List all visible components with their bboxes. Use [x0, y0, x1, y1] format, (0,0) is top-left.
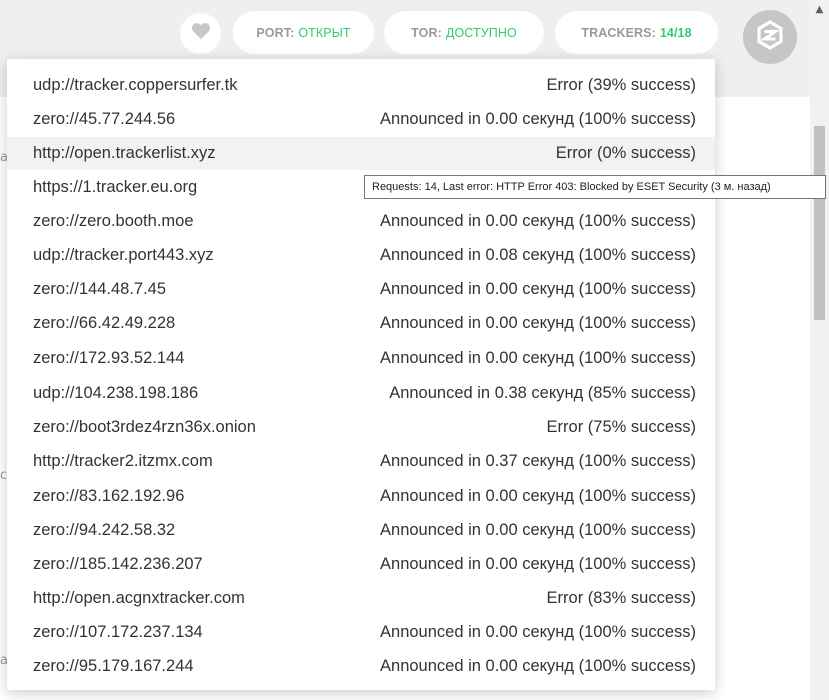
tracker-row[interactable]: zero://83.162.192.96 Announced in 0.00 се…: [7, 480, 715, 513]
tracker-address: zero://185.142.236.207: [33, 555, 203, 573]
tracker-address: udp://tracker.port443.xyz: [33, 246, 214, 264]
tracker-address: udp://104.238.198.186: [33, 384, 199, 402]
tracker-status: Announced in 0.08 секунд (100% success): [380, 246, 696, 264]
tracker-row[interactable]: zero://144.48.7.45 Announced in 0.00 секу…: [7, 273, 715, 306]
tracker-row[interactable]: zero://66.42.49.228 Announced in 0.00 сек…: [7, 307, 715, 340]
tor-value: ДОСТУПНО: [445, 25, 517, 40]
tracker-status: Error (75% success): [546, 418, 696, 436]
tracker-row[interactable]: zero://185.142.236.207 Announced in 0.00 …: [7, 548, 715, 581]
arrow-up-icon[interactable]: ▲: [810, 0, 829, 17]
tracker-status: Announced in 0.00 секунд (100% success): [380, 657, 696, 675]
tracker-status: Announced in 0.38 секунд (85% success): [389, 384, 696, 402]
trackers-popup: udp://tracker.coppersurfer.tk Error (39% …: [7, 59, 715, 690]
tracker-status: Error (83% success): [546, 589, 696, 607]
tracker-row[interactable]: udp://tracker.coppersurfer.tk Error (39% …: [7, 69, 715, 102]
tracker-status: Error (0% success): [555, 144, 696, 162]
zeronet-menu-button[interactable]: [743, 10, 797, 64]
tracker-row[interactable]: zero://95.179.167.244 Announced in 0.00 с…: [7, 650, 715, 683]
tracker-row[interactable]: udp://tracker.port443.xyz Announced in 0.…: [7, 239, 715, 272]
tracker-status: Announced in 0.37 секунд (100% success): [380, 452, 696, 470]
tracker-address: zero://144.48.7.45: [33, 280, 167, 298]
trackers-status-badge[interactable]: TRACKERS: 14/18: [555, 11, 718, 54]
tracker-address: zero://boot3rdez4rzn36x.onion: [33, 418, 256, 436]
port-label: PORT:: [256, 25, 295, 40]
tracker-address: zero://95.179.167.244: [33, 657, 194, 675]
tracker-row[interactable]: zero://94.242.58.32 Announced in 0.00 сек…: [7, 514, 715, 547]
tracker-row[interactable]: http://open.trackerlist.xyz Error (0% suc…: [7, 137, 715, 170]
tracker-address: zero://172.93.52.144: [33, 349, 185, 367]
tracker-row[interactable]: http://open.acgnxtracker.com Error (83% s…: [7, 582, 715, 615]
favorite-button[interactable]: [180, 13, 221, 54]
tracker-row[interactable]: zero://172.93.52.144 Announced in 0.00 се…: [7, 342, 715, 375]
tracker-error-tooltip: Requests: 14, Last error: HTTP Error 403…: [364, 175, 826, 199]
tracker-address: zero://83.162.192.96: [33, 487, 185, 505]
tracker-status: Error (39% success): [546, 76, 696, 94]
tracker-row[interactable]: zero://45.77.244.56 Announced in 0.00 сек…: [7, 103, 715, 136]
tracker-row[interactable]: udp://104.238.198.186 Announced in 0.38 с…: [7, 377, 715, 410]
port-value: ОТКРЫТ: [298, 25, 351, 40]
tracker-address: http://open.acgnxtracker.com: [33, 589, 245, 607]
tracker-address: zero://107.172.237.134: [33, 623, 203, 641]
tracker-address: zero://45.77.244.56: [33, 110, 176, 128]
tor-label: TOR:: [411, 25, 442, 40]
tracker-status: Announced in 0.00 секунд (100% success): [380, 349, 696, 367]
tracker-row[interactable]: zero://zero.booth.moe Announced in 0.00 с…: [7, 205, 715, 238]
tracker-status: Announced in 0.00 секунд (100% success): [380, 110, 696, 128]
tracker-status: Announced in 0.00 секунд (100% success): [380, 623, 696, 641]
tracker-address: https://1.tracker.eu.org: [33, 178, 198, 196]
tracker-status: Announced in 0.00 секунд (100% success): [380, 555, 696, 573]
tracker-address: zero://66.42.49.228: [33, 314, 176, 332]
tracker-status: Announced in 0.00 секунд (100% success): [380, 521, 696, 539]
tracker-status: Announced in 0.00 секунд (100% success): [380, 314, 696, 332]
zeronet-logo-icon: [755, 19, 785, 55]
trackers-label: TRACKERS:: [581, 25, 656, 40]
tracker-status: Announced in 0.00 секунд (100% success): [380, 212, 696, 230]
tracker-address: zero://94.242.58.32: [33, 521, 176, 539]
tracker-status: Announced in 0.00 секунд (100% success): [380, 280, 696, 298]
port-status-badge[interactable]: PORT: ОТКРЫТ: [233, 11, 374, 54]
tracker-row[interactable]: zero://107.172.237.134 Announced in 0.00 …: [7, 616, 715, 649]
tracker-status: Announced in 0.00 секунд (100% success): [380, 487, 696, 505]
tracker-address: http://tracker2.itzmx.com: [33, 452, 213, 470]
vertical-scrollbar[interactable]: ▲: [810, 0, 829, 700]
tracker-row[interactable]: zero://boot3rdez4rzn36x.onion Error (75% …: [7, 411, 715, 444]
tracker-row[interactable]: http://tracker2.itzmx.com Announced in 0.…: [7, 445, 715, 478]
tracker-address: zero://zero.booth.moe: [33, 212, 194, 230]
tor-status-badge[interactable]: TOR: ДОСТУПНО: [384, 11, 544, 54]
tracker-address: udp://tracker.coppersurfer.tk: [33, 76, 238, 94]
trackers-value: 14/18: [659, 25, 692, 40]
scrollbar-thumb[interactable]: [814, 126, 825, 320]
tracker-address: http://open.trackerlist.xyz: [33, 144, 216, 162]
heart-icon: [191, 22, 211, 45]
